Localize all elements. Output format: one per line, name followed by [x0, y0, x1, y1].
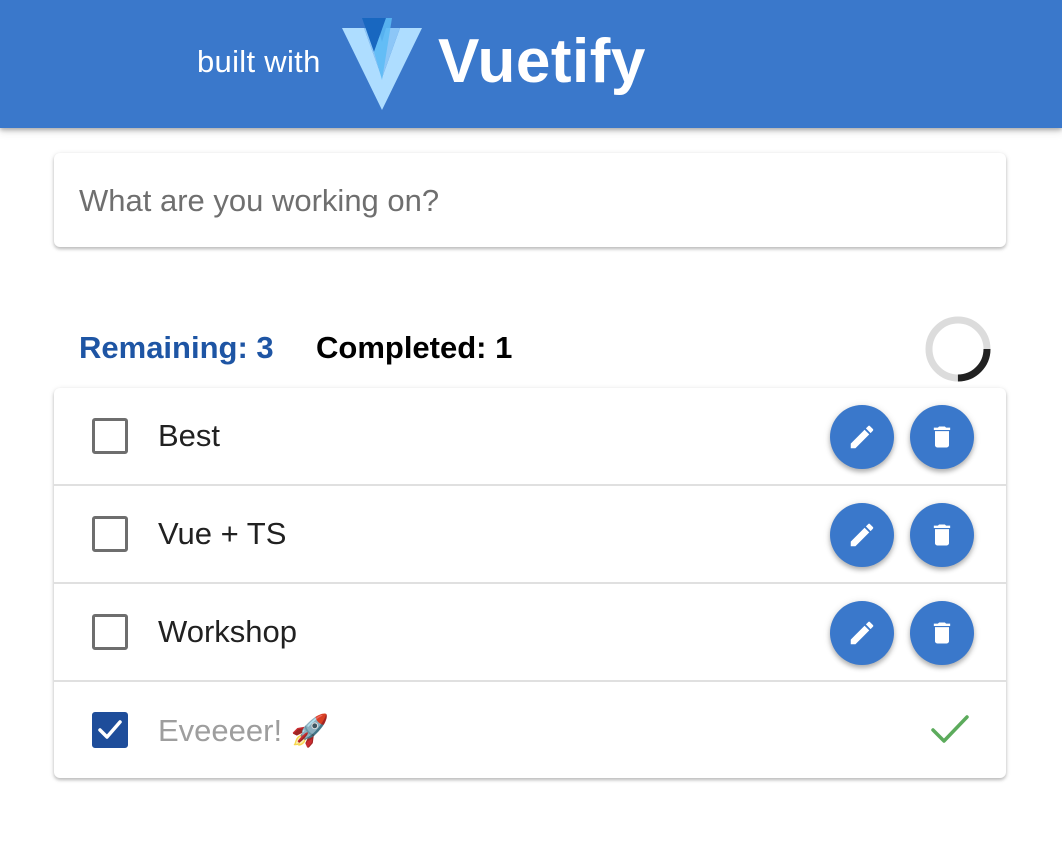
task-label: Vue + TS	[158, 516, 287, 551]
edit-task-button[interactable]	[830, 601, 894, 665]
vuetify-logo-icon	[342, 18, 422, 110]
new-task-card	[54, 153, 1006, 247]
delete-task-button[interactable]	[910, 503, 974, 567]
app-bar: built with Vuetify	[0, 0, 1062, 128]
checkmark-icon	[931, 715, 969, 743]
built-with-label: built with	[197, 44, 321, 79]
pencil-icon	[850, 523, 874, 547]
completed-count: Completed: 1	[316, 330, 513, 365]
delete-task-button[interactable]	[910, 601, 974, 665]
progress-spinner-icon	[925, 316, 991, 382]
edit-task-button[interactable]	[830, 405, 894, 469]
trash-icon	[933, 426, 951, 448]
task-checkbox-checked[interactable]	[92, 712, 128, 748]
remaining-count: Remaining: 3	[79, 330, 274, 365]
task-row: Workshop	[54, 584, 1006, 682]
task-label: Eveeeer! 🚀	[158, 713, 330, 748]
checkbox-check-icon	[98, 720, 122, 739]
trash-icon	[933, 622, 951, 644]
vuetify-brand-name: Vuetify	[438, 27, 646, 96]
pencil-icon	[850, 621, 874, 645]
edit-task-button[interactable]	[830, 503, 894, 567]
task-label: Workshop	[158, 614, 297, 649]
task-checkbox[interactable]	[92, 614, 128, 650]
task-checkbox[interactable]	[92, 516, 128, 552]
delete-task-button[interactable]	[910, 405, 974, 469]
task-row: Best	[54, 388, 1006, 486]
task-row: Vue + TS	[54, 486, 1006, 584]
task-list: Best Vue + TS Workshop Eveeeer! 🚀	[54, 388, 1006, 778]
task-checkbox[interactable]	[92, 418, 128, 454]
pencil-icon	[850, 425, 874, 449]
new-task-input[interactable]	[79, 175, 979, 227]
trash-icon	[933, 524, 951, 546]
task-row: Eveeeer! 🚀	[54, 682, 1006, 778]
task-label: Best	[158, 418, 221, 453]
